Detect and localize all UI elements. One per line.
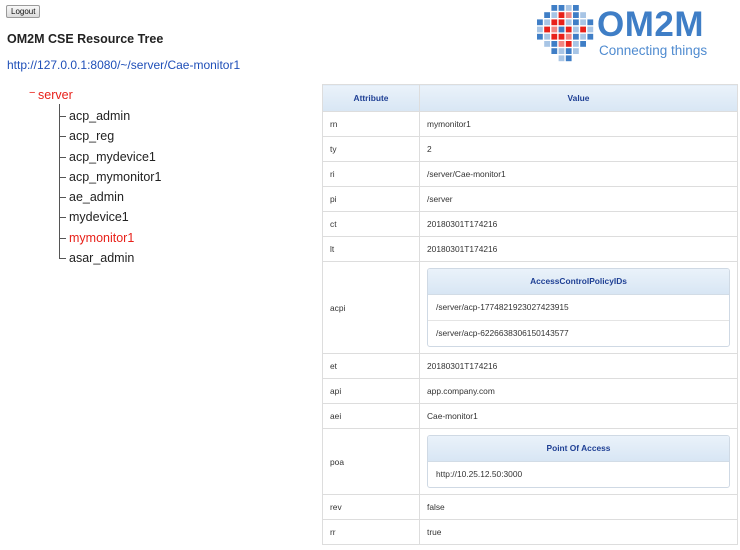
- attribute-value: 20180301T174216: [419, 236, 738, 262]
- table-row: ri /server/Cae-monitor1: [322, 161, 738, 187]
- table-row: acpi AccessControlPolicyIDs /server/acp-…: [322, 261, 738, 354]
- attribute-key: ri: [322, 161, 420, 187]
- table-row: poa Point Of Access http://10.25.12.50:3…: [322, 428, 738, 495]
- om2m-logo: OM2M Connecting things: [536, 4, 740, 64]
- collapse-icon[interactable]: −: [29, 87, 35, 99]
- acpi-subtable: AccessControlPolicyIDs /server/acp-17748…: [427, 268, 730, 347]
- attribute-value: /server/Cae-monitor1: [419, 161, 738, 187]
- acpi-item: /server/acp-1774821923027423915: [436, 302, 569, 312]
- attribute-key: rn: [322, 111, 420, 137]
- table-row: rev false: [322, 494, 738, 520]
- table-row: lt 20180301T174216: [322, 236, 738, 262]
- tree-node-acp-mymonitor1[interactable]: acp_mymonitor1: [69, 170, 161, 185]
- logo-mark-icon: [537, 5, 594, 62]
- attribute-value: 2: [419, 136, 738, 162]
- attribute-key: ct: [322, 211, 420, 237]
- tree-node-ae-admin[interactable]: ae_admin: [69, 190, 124, 205]
- attribute-key: api: [322, 378, 420, 404]
- attribute-value: mymonitor1: [419, 111, 738, 137]
- logo-wordmark: OM2M: [597, 5, 704, 44]
- resource-tree: − server acp_admin acp_reg acp_mydevice1…: [0, 0, 300, 300]
- attribute-key: aei: [322, 403, 420, 429]
- table-header-row: Attribute Value: [322, 84, 738, 112]
- attribute-value: /server: [419, 186, 738, 212]
- attribute-value: 20180301T174216: [419, 211, 738, 237]
- attribute-key: et: [322, 353, 420, 379]
- tree-node-mydevice1[interactable]: mydevice1: [69, 210, 129, 225]
- attribute-key: pi: [322, 186, 420, 212]
- tree-node-acp-mydevice1[interactable]: acp_mydevice1: [69, 150, 156, 165]
- attribute-key: ty: [322, 136, 420, 162]
- table-row: pi /server: [322, 186, 738, 212]
- tree-node-acp-reg[interactable]: acp_reg: [69, 129, 114, 144]
- table-row: et 20180301T174216: [322, 353, 738, 379]
- attribute-table: Attribute Value rn mymonitor1 ty 2 ri /s…: [322, 84, 738, 545]
- attribute-value: true: [419, 519, 738, 545]
- tree-node-acp-admin[interactable]: acp_admin: [69, 109, 130, 124]
- table-row: aei Cae-monitor1: [322, 403, 738, 429]
- table-row: ct 20180301T174216: [322, 211, 738, 237]
- tree-node-mymonitor1[interactable]: mymonitor1: [69, 231, 134, 246]
- attribute-key: lt: [322, 236, 420, 262]
- attribute-value: AccessControlPolicyIDs /server/acp-17748…: [419, 261, 738, 354]
- value-column-header: Value: [419, 84, 738, 112]
- attribute-key: rev: [322, 494, 420, 520]
- acpi-item: /server/acp-6226638306150143577: [428, 320, 729, 346]
- table-row: api app.company.com: [322, 378, 738, 404]
- tree-node-server[interactable]: server: [38, 88, 73, 103]
- attribute-key: acpi: [322, 261, 420, 354]
- logo-tagline: Connecting things: [599, 43, 708, 58]
- table-row: rr true: [322, 519, 738, 545]
- attribute-key: rr: [322, 519, 420, 545]
- attribute-key: poa: [322, 428, 420, 495]
- poa-item: http://10.25.12.50:3000: [436, 469, 523, 479]
- attribute-value: Point Of Access http://10.25.12.50:3000: [419, 428, 738, 495]
- attribute-value: app.company.com: [419, 378, 738, 404]
- poa-subtable-header: Point Of Access: [428, 436, 729, 462]
- attribute-value: 20180301T174216: [419, 353, 738, 379]
- acpi-subtable-header: AccessControlPolicyIDs: [428, 269, 729, 295]
- table-row: rn mymonitor1: [322, 111, 738, 137]
- tree-node-asar-admin[interactable]: asar_admin: [69, 251, 134, 266]
- attribute-value: Cae-monitor1: [419, 403, 738, 429]
- table-row: ty 2: [322, 136, 738, 162]
- poa-subtable: Point Of Access http://10.25.12.50:3000: [427, 435, 730, 488]
- attribute-value: false: [419, 494, 738, 520]
- attribute-column-header: Attribute: [322, 84, 420, 112]
